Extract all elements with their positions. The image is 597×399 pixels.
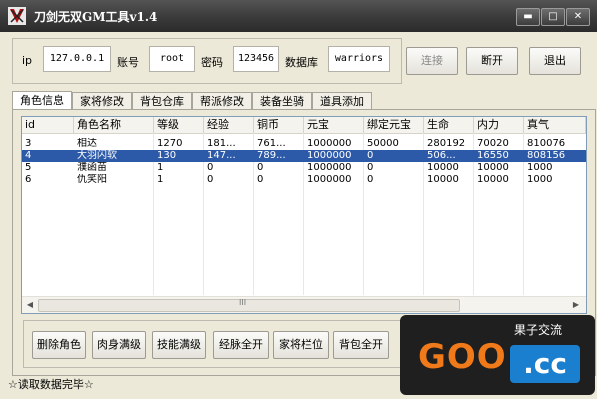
cell-copper: 0	[257, 174, 264, 185]
column-header[interactable]: 内力	[474, 117, 524, 133]
max-skills-button[interactable]: 技能满级	[152, 331, 206, 359]
disconnect-button[interactable]: 断开	[466, 47, 518, 75]
retainer-slots-button[interactable]: 家将栏位	[273, 331, 329, 359]
cell-yuanbao: 1000000	[307, 162, 352, 173]
column-header[interactable]: 经验	[204, 117, 254, 133]
connect-button[interactable]: 连接	[406, 47, 458, 75]
password-label: 密码	[201, 56, 223, 69]
ip-label: ip	[22, 54, 33, 67]
delete-role-button[interactable]: 删除角色	[32, 331, 86, 359]
database-label: 数据库	[285, 56, 318, 69]
scroll-right-icon[interactable]: ▶	[570, 299, 582, 311]
cell-copper: 761...	[257, 138, 286, 149]
cell-yuanbao: 1000000	[307, 150, 352, 161]
cell-mp: 70020	[477, 138, 509, 149]
cell-hp: 506...	[427, 150, 456, 161]
cell-name: 濮函苗	[77, 162, 107, 173]
watermark-caption: 果子交流	[514, 323, 563, 337]
cell-bound-yuanbao: 0	[367, 174, 374, 185]
cell-qi: 1000	[527, 174, 553, 185]
table-row[interactable]: 6 仇笑阳 1 0 0 1000000 0 10000 10000 1000	[22, 174, 586, 186]
tab-role-info[interactable]: 角色信息	[12, 91, 72, 111]
cell-bound-yuanbao: 50000	[367, 138, 399, 149]
cell-name: 仇笑阳	[77, 174, 107, 185]
cell-copper: 789...	[257, 150, 286, 161]
cell-id: 3	[25, 138, 32, 149]
cell-level: 130	[157, 150, 177, 161]
title-bar[interactable]: 刀剑无双GM工具v1.4 ▬ □ ✕	[0, 0, 597, 32]
scroll-thumb[interactable]: III	[38, 298, 460, 312]
ip-field[interactable]: 127.0.0.1	[43, 46, 111, 72]
tab-guild-edit[interactable]: 帮派修改	[192, 92, 252, 110]
cell-copper: 0	[257, 162, 264, 173]
column-header[interactable]: 角色名称	[74, 117, 154, 133]
table-row[interactable]: 3 相达 1270 181... 761... 1000000 50000 28…	[22, 138, 586, 150]
cell-level: 1	[157, 162, 164, 173]
cell-bound-yuanbao: 0	[367, 162, 374, 173]
scroll-grip: III	[239, 298, 247, 307]
column-header[interactable]: 生命	[424, 117, 474, 133]
password-field[interactable]: 123456	[233, 46, 279, 72]
cell-mp: 10000	[477, 162, 509, 173]
column-header[interactable]: id	[22, 117, 74, 133]
cell-exp: 0	[207, 174, 214, 185]
cell-name: 大羽闪软	[77, 150, 117, 161]
open-bag-button[interactable]: 背包全开	[333, 331, 389, 359]
window-title: 刀剑无双GM工具v1.4	[34, 10, 158, 24]
cell-exp: 147...	[207, 150, 236, 161]
role-grid[interactable]: id 角色名称 等级 经验 铜币 元宝 绑定元宝 生命 内力 真气 3 相达 1…	[21, 116, 587, 314]
column-header[interactable]: 元宝	[304, 117, 364, 133]
table-row-selected[interactable]: 4 大羽闪软 130 147... 789... 1000000 0 506..…	[22, 150, 586, 162]
app-icon	[8, 7, 26, 25]
scroll-left-icon[interactable]: ◀	[24, 299, 36, 311]
tab-bag-storage[interactable]: 背包仓库	[132, 92, 192, 110]
column-header[interactable]: 等级	[154, 117, 204, 133]
status-text: ☆读取数据完毕☆	[8, 378, 94, 391]
cell-id: 6	[25, 174, 32, 185]
table-row[interactable]: 5 濮函苗 1 0 0 1000000 0 10000 10000 1000	[22, 162, 586, 174]
cell-name: 相达	[77, 138, 97, 149]
cell-hp: 280192	[427, 138, 466, 149]
exit-button[interactable]: 退出	[529, 47, 581, 75]
maximize-button[interactable]: □	[541, 8, 565, 26]
watermark-logo: GOO 果子交流 .cc	[400, 315, 595, 395]
account-label: 账号	[117, 56, 139, 69]
cell-yuanbao: 1000000	[307, 174, 352, 185]
tab-equipment-mount[interactable]: 装备坐骑	[252, 92, 312, 110]
cell-hp: 10000	[427, 162, 459, 173]
cell-mp: 10000	[477, 174, 509, 185]
account-field[interactable]: root	[149, 46, 195, 72]
grid-header: id 角色名称 等级 经验 铜币 元宝 绑定元宝 生命 内力 真气	[22, 117, 586, 134]
cell-mp: 16550	[477, 150, 509, 161]
cell-level: 1	[157, 174, 164, 185]
cell-qi: 1000	[527, 162, 553, 173]
open-meridians-button[interactable]: 经脉全开	[213, 331, 269, 359]
column-header[interactable]: 真气	[524, 117, 586, 133]
cell-exp: 0	[207, 162, 214, 173]
watermark-cc-badge: .cc	[510, 345, 580, 383]
max-body-level-button[interactable]: 肉身满级	[92, 331, 146, 359]
main-window: 刀剑无双GM工具v1.4 ▬ □ ✕ ip 127.0.0.1 账号 root …	[0, 0, 597, 399]
cell-exp: 181...	[207, 138, 236, 149]
cell-level: 1270	[157, 138, 183, 149]
tab-item-add[interactable]: 道具添加	[312, 92, 372, 110]
minimize-button[interactable]: ▬	[516, 8, 540, 26]
cell-hp: 10000	[427, 174, 459, 185]
cell-id: 5	[25, 162, 32, 173]
cell-bound-yuanbao: 0	[367, 150, 374, 161]
watermark-logo-text: GOO	[418, 337, 507, 377]
close-button[interactable]: ✕	[566, 8, 590, 26]
tab-retainer-edit[interactable]: 家将修改	[72, 92, 132, 110]
column-header[interactable]: 绑定元宝	[364, 117, 424, 133]
database-field[interactable]: warriors	[328, 46, 390, 72]
cell-id: 4	[25, 150, 32, 161]
cell-yuanbao: 1000000	[307, 138, 352, 149]
cell-qi: 810076	[527, 138, 566, 149]
column-header[interactable]: 铜币	[254, 117, 304, 133]
cell-qi: 808156	[527, 150, 566, 161]
horizontal-scrollbar[interactable]: ◀ III ▶	[22, 296, 586, 313]
